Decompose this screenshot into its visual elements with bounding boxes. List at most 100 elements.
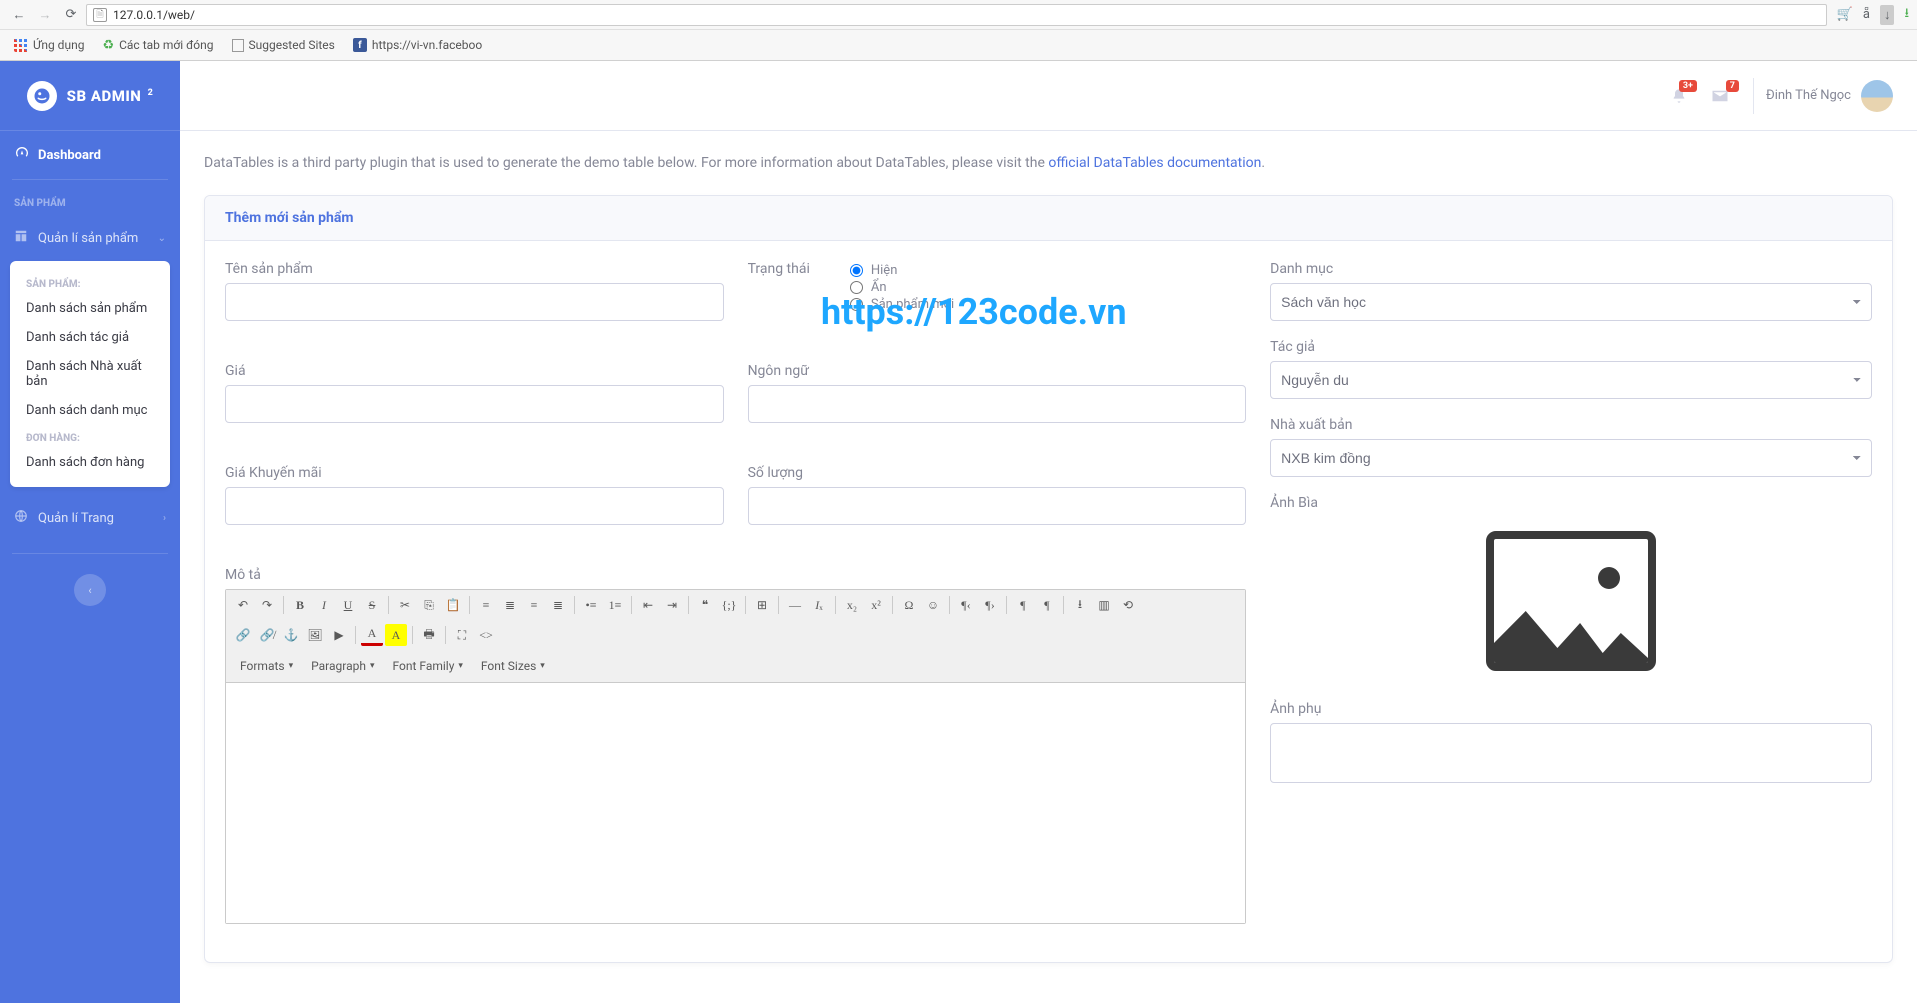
input-quantity[interactable]	[748, 487, 1247, 525]
paragraph-dropdown[interactable]: Paragraph	[303, 654, 382, 678]
special-char-icon[interactable]: Ω	[898, 594, 920, 616]
intro-text: DataTables is a third party plugin that …	[204, 155, 1893, 171]
bookmark-suggested[interactable]: Suggested Sites	[226, 35, 341, 55]
underline-icon[interactable]: U	[337, 594, 359, 616]
table-icon[interactable]: ⊞	[751, 594, 773, 616]
page-icon: 🗎	[93, 8, 107, 22]
formats-dropdown[interactable]: Formats	[232, 654, 301, 678]
submenu-list-categories[interactable]: Danh sách danh mục	[10, 396, 170, 425]
pagebreak-icon[interactable]: ¶	[1012, 594, 1034, 616]
download-icon-2[interactable]: ⭳	[1904, 4, 1909, 26]
bookmark-tabs[interactable]: ♻ Các tab mới đóng	[96, 35, 219, 56]
anchor-icon[interactable]: ⚓	[280, 624, 302, 646]
download-icon[interactable]: ↓	[1880, 5, 1895, 25]
align-center-icon[interactable]: ≣	[499, 594, 521, 616]
submenu-list-orders[interactable]: Danh sách đơn hàng	[10, 448, 170, 477]
select-category[interactable]: Sách văn học	[1270, 283, 1872, 321]
submenu-list-publishers[interactable]: Danh sách Nhà xuất bản	[10, 352, 170, 396]
extra-images-box[interactable]	[1270, 723, 1872, 783]
intro-link[interactable]: official DataTables documentation	[1048, 155, 1261, 171]
select-publisher[interactable]: NXB kim đồng	[1270, 439, 1872, 477]
topbar-alerts[interactable]: 3+	[1659, 76, 1699, 116]
brand[interactable]: SB ADMIN 2	[0, 61, 180, 131]
label-extra-images: Ảnh phụ	[1270, 701, 1872, 717]
select-author[interactable]: Nguyễn du	[1270, 361, 1872, 399]
topbar-messages[interactable]: 7	[1699, 76, 1741, 116]
browser-chrome: ← → ⟳ 🗎 127.0.0.1/web/ 🛒 ẵ ↓ ⭳ Ứng dụng …	[0, 0, 1917, 61]
browser-reload-icon[interactable]: ⟳	[60, 4, 82, 26]
template-icon[interactable]: ▥	[1093, 594, 1115, 616]
image-placeholder-icon	[1486, 531, 1656, 671]
align-right-icon[interactable]: ≡	[523, 594, 545, 616]
browser-toolbar: ← → ⟳ 🗎 127.0.0.1/web/ 🛒 ẵ ↓ ⭳	[0, 0, 1917, 30]
input-sale-price[interactable]	[225, 487, 724, 525]
superscript-icon[interactable]: x²	[865, 594, 887, 616]
cut-icon[interactable]: ✂	[394, 594, 416, 616]
save-icon[interactable]: ⭳	[1069, 594, 1091, 616]
browser-back-icon[interactable]: ←	[8, 4, 30, 26]
fontsizes-dropdown[interactable]: Font Sizes	[473, 654, 553, 678]
ltr-icon[interactable]: ¶‹	[955, 594, 977, 616]
translate-icon[interactable]: ẵ	[1863, 7, 1870, 22]
redo-icon[interactable]: ↷	[256, 594, 278, 616]
codesample-icon[interactable]: {;}	[718, 594, 740, 616]
fullscreen-icon[interactable]: ⛶	[451, 624, 473, 646]
cart-icon[interactable]: 🛒	[1837, 7, 1853, 22]
blockquote-icon[interactable]: ❝	[694, 594, 716, 616]
radio-new[interactable]	[850, 298, 863, 311]
topbar-divider	[1753, 78, 1754, 114]
globe-icon	[14, 509, 30, 527]
number-list-icon[interactable]: 1≡	[604, 594, 626, 616]
nonbreaking-icon[interactable]: ¶	[1036, 594, 1058, 616]
code-icon[interactable]: <>	[475, 624, 497, 646]
image-icon[interactable]: 🖼	[304, 624, 326, 646]
input-price[interactable]	[225, 385, 724, 423]
nav-pages[interactable]: Quản lí Trang ›	[0, 495, 180, 541]
link-icon[interactable]: 🔗	[232, 624, 254, 646]
radio-hide[interactable]	[850, 281, 863, 294]
browser-forward-icon[interactable]: →	[34, 4, 56, 26]
copy-icon[interactable]: ⎘	[418, 594, 440, 616]
backcolor-icon[interactable]: A	[385, 624, 407, 646]
print-icon[interactable]: 🖶	[418, 624, 440, 646]
paste-icon[interactable]: 📋	[442, 594, 464, 616]
align-justify-icon[interactable]: ≣	[547, 594, 569, 616]
media-icon[interactable]: ▶	[328, 624, 350, 646]
remove-format-icon[interactable]: Iₓ	[808, 594, 830, 616]
submenu-list-authors[interactable]: Danh sách tác giả	[10, 323, 170, 352]
content: 3+ 7 Đinh Thế Ngọc DataTables is a third…	[180, 61, 1917, 1003]
subscript-icon[interactable]: x₂	[841, 594, 863, 616]
topbar-user[interactable]: Đinh Thế Ngọc	[1766, 80, 1893, 112]
unlink-icon[interactable]: 🔗̸	[256, 624, 278, 646]
recycle-icon: ♻	[102, 38, 114, 53]
bold-icon[interactable]: B	[289, 594, 311, 616]
submenu-list-products[interactable]: Danh sách sản phẩm	[10, 294, 170, 323]
undo-icon[interactable]: ↶	[232, 594, 254, 616]
input-language[interactable]	[748, 385, 1247, 423]
bullet-list-icon[interactable]: •≡	[580, 594, 602, 616]
bookmark-apps[interactable]: Ứng dụng	[8, 35, 90, 55]
facebook-icon: f	[353, 38, 367, 52]
forecolor-icon[interactable]: A	[361, 624, 383, 646]
nav-products[interactable]: Quản lí sản phẩm ⌄	[0, 215, 180, 261]
editor-area[interactable]	[226, 683, 1245, 923]
strike-icon[interactable]: S	[361, 594, 383, 616]
input-name[interactable]	[225, 283, 724, 321]
outdent-icon[interactable]: ⇤	[637, 594, 659, 616]
url-bar[interactable]: 🗎 127.0.0.1/web/	[86, 4, 1827, 26]
align-left-icon[interactable]: ≡	[475, 594, 497, 616]
fontfamily-dropdown[interactable]: Font Family	[385, 654, 471, 678]
radio-show[interactable]	[850, 264, 863, 277]
restore-icon[interactable]: ⟲	[1117, 594, 1139, 616]
hr-icon[interactable]: —	[784, 594, 806, 616]
bookmark-fb[interactable]: f https://vi-vn.faceboo	[347, 35, 488, 55]
nav-dashboard[interactable]: Dashboard	[0, 131, 180, 179]
sidebar-toggle[interactable]: ‹	[74, 574, 106, 606]
indent-icon[interactable]: ⇥	[661, 594, 683, 616]
sidebar: SB ADMIN 2 Dashboard SẢN PHẨM Quản lí sả…	[0, 61, 180, 1003]
cover-image-preview[interactable]	[1476, 521, 1666, 681]
rtl-icon[interactable]: ¶›	[979, 594, 1001, 616]
emoticons-icon[interactable]: ☺	[922, 594, 944, 616]
italic-icon[interactable]: I	[313, 594, 335, 616]
nav-heading-products: SẢN PHẨM	[0, 180, 180, 215]
